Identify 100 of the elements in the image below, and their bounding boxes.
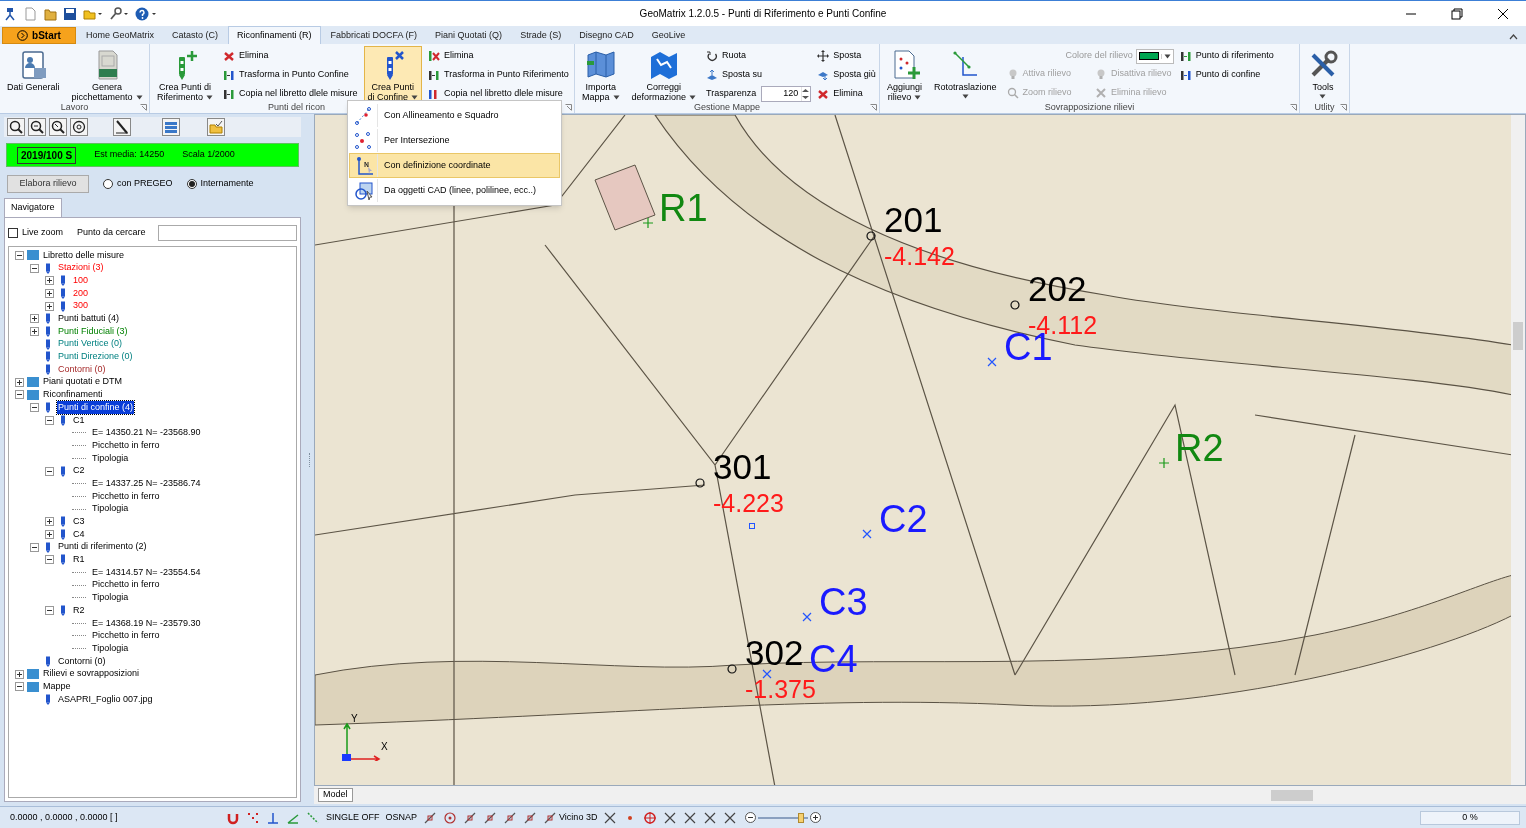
- ribbon-tab[interactable]: Fabbricati DOCFA (F): [322, 27, 426, 44]
- start-tab[interactable]: bStart: [2, 27, 76, 44]
- expander-icon[interactable]: [15, 669, 24, 679]
- menu-item[interactable]: Con Allineamento e Squadro: [349, 103, 560, 128]
- ribbon-button[interactable]: Elimina: [221, 47, 271, 65]
- tree-item[interactable]: C3: [72, 515, 86, 529]
- expander-icon[interactable]: [15, 250, 24, 260]
- wrench-icon[interactable]: [109, 6, 129, 21]
- snap-toggle[interactable]: Vicino 3D: [559, 810, 598, 825]
- dialog-launcher-icon[interactable]: [1290, 104, 1297, 111]
- dialog-launcher-icon[interactable]: [1340, 104, 1347, 111]
- pen-icon[interactable]: [114, 119, 130, 135]
- ribbon-button[interactable]: Trasforma in Punto Riferimento: [426, 66, 571, 84]
- expander-icon[interactable]: [45, 606, 54, 616]
- menu-item[interactable]: Da oggetti CAD (linee, polilinee, ecc..): [349, 178, 560, 203]
- folder-icon[interactable]: [43, 6, 57, 21]
- expander-icon[interactable]: [45, 517, 54, 527]
- tree-item[interactable]: 300: [72, 299, 90, 313]
- folder-check-icon[interactable]: [208, 119, 224, 135]
- ribbon-button[interactable]: Crea Punti di Confine: [363, 46, 423, 102]
- ribbon-button[interactable]: Elimina: [426, 47, 476, 65]
- ribbon-button[interactable]: Elimina: [815, 85, 865, 103]
- tree-item[interactable]: Picchetto in ferro: [91, 438, 161, 453]
- expander-icon[interactable]: [45, 555, 54, 565]
- vertical-scrollbar[interactable]: [1511, 115, 1525, 785]
- tree-item[interactable]: Punti battuti (4): [57, 312, 121, 326]
- search-field[interactable]: [157, 225, 297, 241]
- center-icon[interactable]: [443, 810, 458, 825]
- tree-item[interactable]: E= 14350.21 N= -23568.90: [91, 426, 202, 440]
- ribbon-button[interactable]: Rototraslazione: [930, 46, 1001, 102]
- perpendicular-icon[interactable]: [266, 810, 280, 825]
- expander-icon[interactable]: [15, 682, 24, 692]
- menu-item[interactable]: Con definizione coordinate: [349, 153, 560, 178]
- radio-button[interactable]: [186, 179, 197, 189]
- ribbon-button[interactable]: Ruota: [704, 47, 749, 65]
- ribbon-tab[interactable]: Piani Quotati (Q): [427, 27, 511, 44]
- zoom-in-icon[interactable]: [810, 812, 822, 823]
- checkbox[interactable]: [8, 228, 18, 238]
- tree-item[interactable]: Punti Direzione (0): [57, 350, 134, 364]
- tree-item[interactable]: Rilievi e sovrapposizioni: [42, 667, 141, 681]
- ribbon-button[interactable]: Dati Generali: [3, 46, 64, 102]
- tree-item[interactable]: 100: [72, 273, 90, 288]
- collapse-ribbon-icon[interactable]: [1509, 32, 1518, 41]
- ribbon-button[interactable]: Correggi deformazione: [627, 46, 701, 102]
- expander-icon[interactable]: [30, 326, 39, 336]
- menu-item[interactable]: Per Intersezione: [349, 128, 560, 153]
- ribbon-tab[interactable]: Strade (S): [512, 27, 570, 44]
- expander-icon[interactable]: [15, 390, 24, 400]
- snap-toggle[interactable]: OSNAP: [385, 810, 418, 825]
- expander-icon[interactable]: [30, 542, 39, 552]
- ribbon-tab[interactable]: GeoLive: [643, 27, 694, 44]
- expander-icon[interactable]: [45, 276, 54, 286]
- ribbon-button[interactable]: Crea Punti di Riferimento: [153, 46, 217, 102]
- tree-item[interactable]: Punti di confine (4): [57, 400, 135, 415]
- expander-icon[interactable]: [15, 377, 24, 387]
- ribbon-tab[interactable]: Disegno CAD: [571, 27, 642, 44]
- tree-item[interactable]: Tipologia: [91, 451, 130, 466]
- tree-item[interactable]: Contorni (0): [57, 654, 107, 669]
- ribbon-button[interactable]: Tools: [1303, 46, 1343, 102]
- ribbon-button[interactable]: Aggiungi rilievo: [883, 46, 927, 102]
- tree-item[interactable]: E= 14314.57 N= -23554.54: [91, 565, 202, 580]
- zoom-previous-icon[interactable]: [50, 119, 66, 135]
- tree-item[interactable]: Picchetto in ferro: [91, 629, 161, 643]
- tree-item[interactable]: C2: [72, 464, 86, 478]
- ribbon-button[interactable]: Trasforma in Punto Confine: [221, 66, 351, 84]
- zoom-slider-thumb[interactable]: [797, 812, 804, 823]
- tree-item[interactable]: Riconfinamenti: [42, 388, 104, 402]
- ribbon-tab[interactable]: Riconfinamenti (R): [228, 26, 321, 44]
- ribbon-button[interactable]: Punto di riferimento: [1177, 47, 1276, 65]
- help-icon[interactable]: [135, 6, 157, 21]
- ribbon-button[interactable]: Sposta giù: [815, 66, 878, 84]
- tree-item[interactable]: Punti Fiduciali (3): [57, 324, 129, 339]
- number-field[interactable]: 120: [761, 86, 812, 102]
- tree-item[interactable]: Tipologia: [91, 591, 130, 605]
- tree-item[interactable]: C1: [72, 413, 86, 428]
- tree-item[interactable]: Picchetto in ferro: [91, 578, 161, 592]
- zoom-out-icon[interactable]: [745, 812, 757, 823]
- expander-icon[interactable]: [45, 301, 54, 311]
- tree-item[interactable]: Piani quotati e DTM: [42, 375, 124, 389]
- ribbon-button[interactable]: Copia nel libretto dlele misure: [426, 85, 565, 103]
- cross-snap-icon[interactable]: [683, 810, 698, 825]
- ribbon-button[interactable]: Punto di confine: [1177, 66, 1263, 84]
- zoom-extents-icon[interactable]: [71, 119, 87, 135]
- ribbon-button[interactable]: Sposta su: [704, 66, 765, 84]
- tree-item[interactable]: Punti di riferimento (2): [57, 540, 148, 554]
- panel-tab[interactable]: Navigatore: [4, 198, 62, 217]
- snap-toggle[interactable]: SINGLE OFF: [326, 810, 380, 825]
- grid-snap-icon[interactable]: [246, 810, 260, 825]
- dialog-launcher-icon[interactable]: [140, 104, 147, 111]
- ribbon-button[interactable]: Sposta: [815, 47, 864, 65]
- expander-icon[interactable]: [30, 403, 39, 413]
- radio-button[interactable]: [103, 179, 113, 189]
- tree-item[interactable]: Libretto delle misure: [42, 248, 126, 263]
- expander-icon[interactable]: [45, 466, 54, 476]
- dialog-launcher-icon[interactable]: [870, 104, 877, 111]
- tree-item[interactable]: Tipologia: [91, 502, 130, 516]
- tree-item[interactable]: E= 14368.19 N= -23579.30: [91, 616, 202, 631]
- tree-item[interactable]: 200: [72, 286, 90, 301]
- layout-tab[interactable]: Model: [318, 788, 353, 802]
- save-icon[interactable]: [63, 6, 77, 21]
